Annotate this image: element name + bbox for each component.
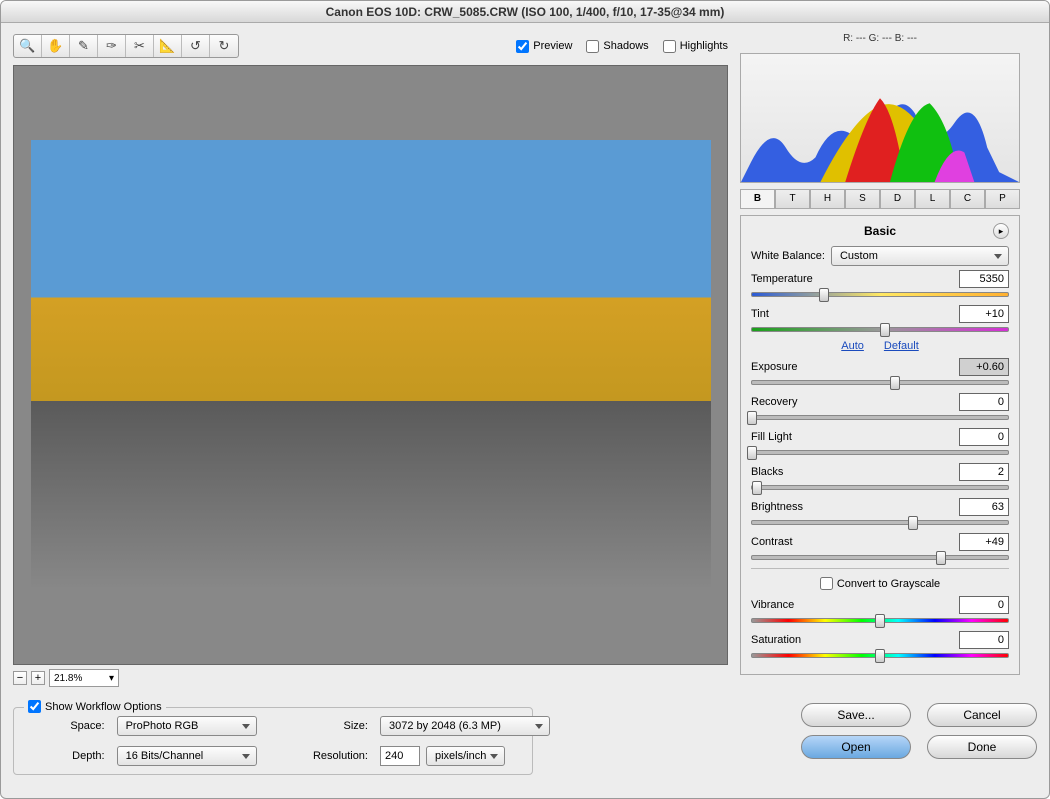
space-label: Space: — [26, 720, 105, 732]
tab-camera[interactable]: C — [950, 189, 985, 208]
open-button[interactable]: Open — [801, 735, 911, 759]
hand-tool-icon[interactable]: ✋ — [42, 35, 70, 57]
panel-menu-icon[interactable]: ▸ — [993, 223, 1009, 239]
done-button[interactable]: Done — [927, 735, 1037, 759]
tab-hsl[interactable]: H — [810, 189, 845, 208]
grayscale-checkbox[interactable] — [820, 577, 833, 590]
default-link[interactable]: Default — [884, 340, 919, 352]
white-balance-select[interactable]: Custom — [831, 246, 1009, 266]
watermark: OceanofEXE — [111, 554, 195, 570]
tint-slider[interactable] — [751, 327, 1009, 332]
saturation-input[interactable]: 0 — [959, 631, 1009, 649]
preview-area[interactable]: OceanofEXE — [13, 65, 728, 665]
blacks-input[interactable]: 2 — [959, 463, 1009, 481]
vibrance-label: Vibrance — [751, 599, 953, 611]
highlights-checkbox[interactable]: Highlights — [663, 40, 728, 53]
tint-label: Tint — [751, 308, 953, 320]
auto-link[interactable]: Auto — [841, 340, 864, 352]
vibrance-input[interactable]: 0 — [959, 596, 1009, 614]
saturation-slider[interactable] — [751, 653, 1009, 658]
white-balance-label: White Balance: — [751, 250, 825, 262]
show-workflow-checkbox[interactable] — [28, 700, 41, 713]
contrast-label: Contrast — [751, 536, 953, 548]
temperature-slider[interactable] — [751, 292, 1009, 297]
resolution-label: Resolution: — [269, 750, 368, 762]
zoom-out-button[interactable]: − — [13, 671, 27, 685]
basic-panel: Basic ▸ White Balance: Custom Temperatur… — [740, 215, 1020, 675]
tab-basic[interactable]: B — [740, 189, 775, 208]
show-workflow-label: Show Workflow Options — [45, 701, 162, 713]
size-select[interactable]: 3072 by 2048 (6.3 MP) — [380, 716, 550, 736]
white-balance-tool-icon[interactable]: ✎ — [70, 35, 98, 57]
tool-group: 🔍 ✋ ✎ ✑ ✂ 📐 ↺ ↻ — [13, 34, 239, 58]
recovery-input[interactable]: 0 — [959, 393, 1009, 411]
zoom-in-button[interactable]: + — [31, 671, 45, 685]
save-button[interactable]: Save... — [801, 703, 911, 727]
fill-light-slider[interactable] — [751, 450, 1009, 455]
preview-image: OceanofEXE — [31, 140, 711, 590]
rotate-cw-icon[interactable]: ↻ — [210, 35, 238, 57]
vibrance-slider[interactable] — [751, 618, 1009, 623]
window-title: Canon EOS 10D: CRW_5085.CRW (ISO 100, 1/… — [1, 1, 1049, 23]
exposure-slider[interactable] — [751, 380, 1009, 385]
workflow-options-group: Show Workflow Options Space: ProPhoto RG… — [13, 707, 533, 775]
zoom-level-select[interactable]: 21.8%▾ — [49, 669, 119, 687]
blacks-label: Blacks — [751, 466, 953, 478]
tab-detail[interactable]: D — [880, 189, 915, 208]
tab-tone-curve[interactable]: T — [775, 189, 810, 208]
size-label: Size: — [269, 720, 368, 732]
panel-title: Basic — [864, 224, 896, 238]
preview-checkbox[interactable]: Preview — [516, 40, 572, 53]
brightness-label: Brightness — [751, 501, 953, 513]
brightness-input[interactable]: 63 — [959, 498, 1009, 516]
fill-light-label: Fill Light — [751, 431, 953, 443]
straighten-tool-icon[interactable]: 📐 — [154, 35, 182, 57]
fill-light-input[interactable]: 0 — [959, 428, 1009, 446]
crop-tool-icon[interactable]: ✂ — [126, 35, 154, 57]
rotate-ccw-icon[interactable]: ↺ — [182, 35, 210, 57]
grayscale-label: Convert to Grayscale — [837, 578, 940, 590]
zoom-tool-icon[interactable]: 🔍 — [14, 35, 42, 57]
brightness-slider[interactable] — [751, 520, 1009, 525]
saturation-label: Saturation — [751, 634, 953, 646]
temperature-input[interactable]: 5350 — [959, 270, 1009, 288]
depth-label: Depth: — [26, 750, 105, 762]
depth-select[interactable]: 16 Bits/Channel — [117, 746, 257, 766]
blacks-slider[interactable] — [751, 485, 1009, 490]
exposure-input[interactable]: +0.60 — [959, 358, 1009, 376]
panel-tabs: B T H S D L C P — [740, 189, 1020, 209]
tab-lens[interactable]: L — [915, 189, 950, 208]
rgb-readout: R: --- G: --- B: --- — [740, 33, 1020, 47]
temperature-label: Temperature — [751, 273, 953, 285]
space-select[interactable]: ProPhoto RGB — [117, 716, 257, 736]
shadows-checkbox[interactable]: Shadows — [586, 40, 648, 53]
histogram — [740, 53, 1020, 183]
tab-presets[interactable]: P — [985, 189, 1020, 208]
contrast-input[interactable]: +49 — [959, 533, 1009, 551]
cancel-button[interactable]: Cancel — [927, 703, 1037, 727]
resolution-input[interactable]: 240 — [380, 746, 420, 766]
contrast-slider[interactable] — [751, 555, 1009, 560]
recovery-slider[interactable] — [751, 415, 1009, 420]
color-sampler-tool-icon[interactable]: ✑ — [98, 35, 126, 57]
recovery-label: Recovery — [751, 396, 953, 408]
tint-input[interactable]: +10 — [959, 305, 1009, 323]
exposure-label: Exposure — [751, 361, 953, 373]
tab-split-toning[interactable]: S — [845, 189, 880, 208]
resolution-unit-select[interactable]: pixels/inch — [426, 746, 505, 766]
